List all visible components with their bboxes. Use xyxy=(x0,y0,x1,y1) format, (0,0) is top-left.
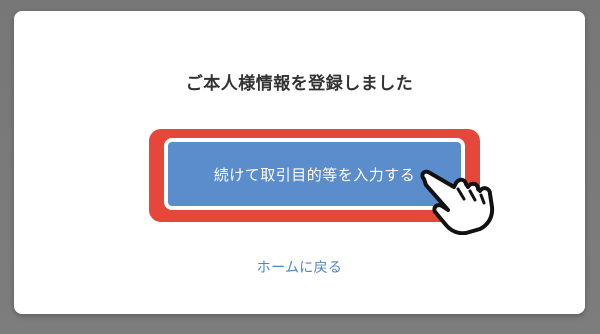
return-home-link[interactable]: ホームに戻る xyxy=(14,257,585,277)
pointing-hand-cursor-icon xyxy=(420,169,495,235)
confirmation-modal: ご本人様情報を登録しました 続けて取引目的等を入力する ホームに戻る xyxy=(14,11,585,314)
modal-title: ご本人様情報を登録しました xyxy=(185,74,414,94)
